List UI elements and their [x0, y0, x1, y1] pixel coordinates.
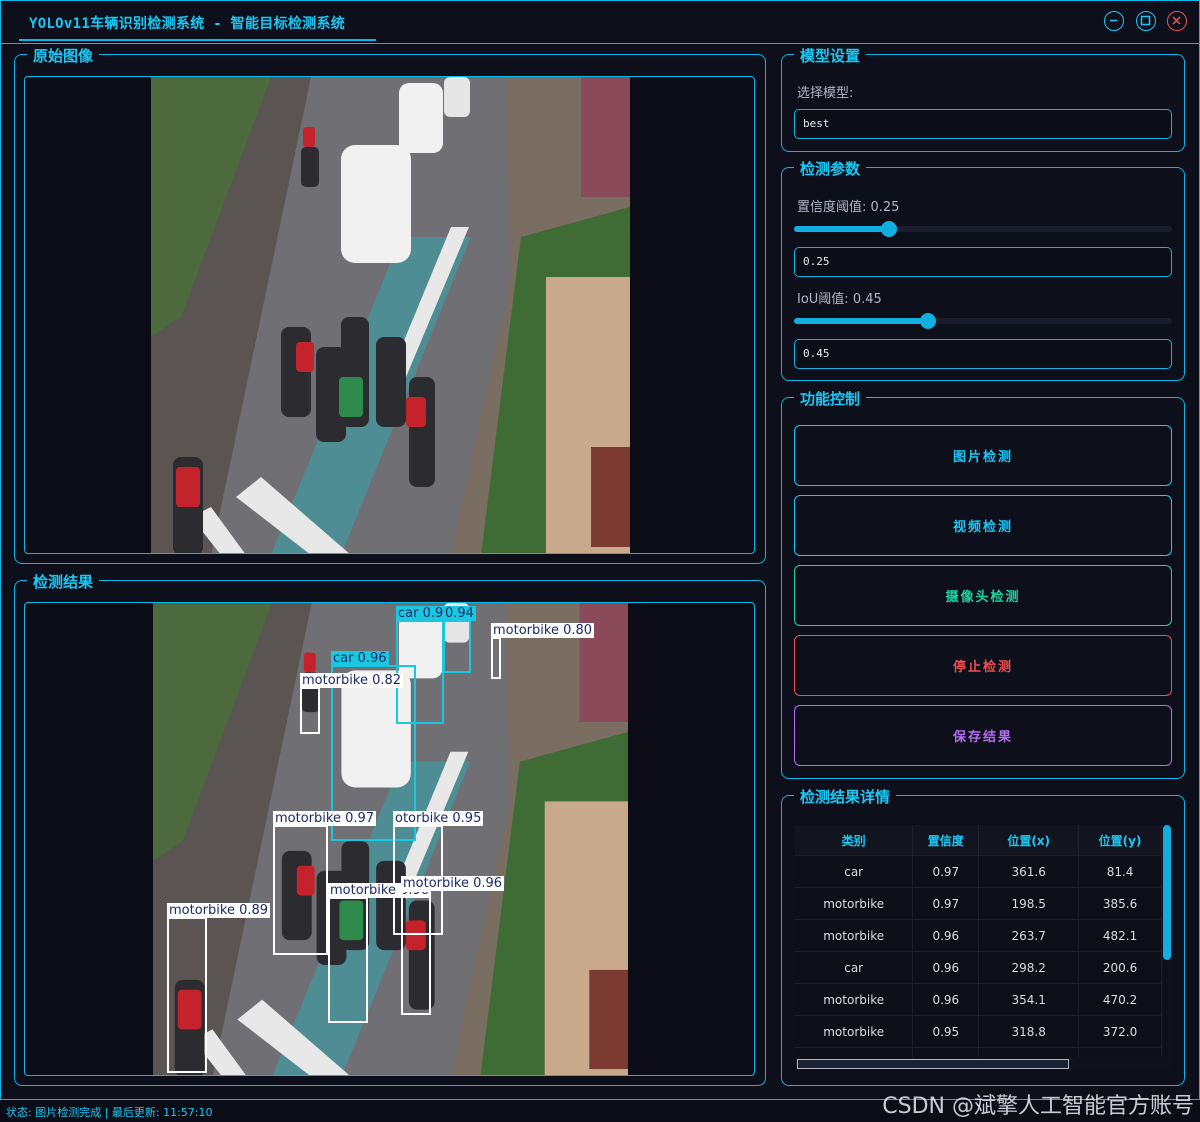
table-horizontal-scrollbar[interactable] — [795, 1058, 1162, 1070]
original-image-title: 原始图像 — [27, 45, 100, 66]
confidence-slider-handle[interactable] — [880, 221, 897, 237]
result-image: car 0.97 0.94 motorbike 0.80 car 0.96 mo… — [153, 603, 628, 1075]
minimize-button[interactable] — [1104, 11, 1124, 31]
function-controls-title: 功能控制 — [794, 388, 867, 409]
cell-position-y: 482.1 — [1078, 919, 1162, 952]
detection-box: motorbike 0.96 — [328, 883, 432, 1023]
table-row[interactable]: motorbike 0.95 318.8 372.0 — [795, 1015, 1162, 1048]
cell-position-x: 198.5 — [978, 887, 1080, 920]
cell-position-x: 361.6 — [978, 855, 1080, 888]
iou-slider-handle[interactable] — [919, 313, 936, 329]
stop-detect-button[interactable]: 停止检测 — [794, 635, 1172, 696]
confidence-threshold-label: 置信度阈值: 0.25 — [797, 200, 900, 215]
horizontal-scroll-thumb[interactable] — [797, 1059, 1069, 1069]
cell-class: motorbike — [795, 1015, 914, 1048]
save-result-button[interactable]: 保存结果 — [794, 705, 1172, 766]
model-select[interactable]: best — [794, 109, 1172, 139]
detection-box: motorbike 0.82 — [300, 673, 404, 734]
cell-position-x: 298.2 — [978, 951, 1080, 984]
table-row[interactable]: motorbike 0.96 263.7 482.1 — [795, 919, 1162, 952]
cell-class: car — [795, 855, 914, 888]
detection-box: motorbike 0.96 — [401, 876, 505, 1015]
header-position-x[interactable]: 位置(x) — [978, 825, 1080, 856]
table-row[interactable]: car 0.97 361.6 81.4 — [795, 855, 1162, 888]
watermark: CSDN @斌擎人工智能官方账号 — [882, 1094, 1194, 1119]
camera-detect-button[interactable]: 摄像头检测 — [794, 565, 1172, 626]
cell-position-y: 47.2 — [1078, 1047, 1162, 1057]
details-table: 类别 置信度 位置(x) 位置(y) car 0.97 361.6 81.4 m… — [795, 825, 1162, 1057]
table-row[interactable]: car 0.94 407.9 47.2 — [795, 1047, 1162, 1057]
cell-position-y: 470.2 — [1078, 983, 1162, 1016]
status-bar: 状态: 图片检测完成 | 最后更新: 11:57:10 — [6, 1106, 213, 1119]
cell-class: motorbike — [795, 919, 914, 952]
cell-confidence: 0.94 — [912, 1047, 980, 1057]
cell-confidence: 0.96 — [912, 951, 980, 984]
detection-box: motorbike 0.80 — [491, 623, 595, 679]
header-class[interactable]: 类别 — [795, 825, 914, 856]
table-row[interactable]: motorbike 0.97 198.5 385.6 — [795, 887, 1162, 920]
cell-confidence: 0.95 — [912, 1015, 980, 1048]
minimize-icon — [1110, 19, 1117, 22]
cell-position-x: 354.1 — [978, 983, 1080, 1016]
select-model-label: 选择模型: — [797, 86, 854, 101]
cell-confidence: 0.97 — [912, 855, 980, 888]
cell-confidence: 0.96 — [912, 983, 980, 1016]
cell-position-y: 81.4 — [1078, 855, 1162, 888]
title-bar: YOLOv11车辆识别检测系统 - 智能目标检测系统 — [1, 1, 1199, 44]
confidence-slider[interactable] — [794, 221, 1172, 237]
detection-box: motorbike 0.97 — [273, 811, 377, 955]
original-image — [151, 77, 630, 553]
maximize-button[interactable] — [1136, 11, 1156, 31]
cell-class: car — [795, 1047, 914, 1057]
table-row[interactable]: motorbike 0.96 354.1 470.2 — [795, 983, 1162, 1016]
cell-confidence: 0.96 — [912, 919, 980, 952]
title-underline — [19, 39, 376, 41]
detection-result-title: 检测结果 — [27, 571, 100, 592]
header-confidence[interactable]: 置信度 — [912, 825, 980, 856]
iou-slider-fill — [794, 318, 928, 324]
detection-details-title: 检测结果详情 — [794, 786, 897, 807]
details-table-container: 类别 置信度 位置(x) 位置(y) car 0.97 361.6 81.4 m… — [795, 825, 1162, 1057]
iou-threshold-label: IoU阈值: 0.45 — [797, 292, 882, 307]
detection-box: motorbike 0.89 — [167, 903, 271, 1073]
original-image-frame — [24, 76, 755, 554]
cell-class: motorbike — [795, 983, 914, 1016]
table-row[interactable]: car 0.96 298.2 200.6 — [795, 951, 1162, 984]
cell-confidence: 0.97 — [912, 887, 980, 920]
cell-position-x: 263.7 — [978, 919, 1080, 952]
cell-class: car — [795, 951, 914, 984]
cell-position-y: 200.6 — [1078, 951, 1162, 984]
result-image-frame: car 0.97 0.94 motorbike 0.80 car 0.96 mo… — [24, 602, 755, 1076]
cell-position-y: 385.6 — [1078, 887, 1162, 920]
video-detect-button[interactable]: 视频检测 — [794, 495, 1172, 556]
window-title: YOLOv11车辆识别检测系统 - 智能目标检测系统 — [29, 16, 346, 32]
confidence-input[interactable]: 0.25 — [794, 247, 1172, 277]
confidence-slider-fill — [794, 226, 889, 232]
model-settings-title: 模型设置 — [794, 45, 867, 66]
cell-position-x: 407.9 — [978, 1047, 1080, 1057]
header-position-y[interactable]: 位置(y) — [1078, 825, 1162, 856]
cell-class: motorbike — [795, 887, 914, 920]
close-icon — [1172, 16, 1181, 25]
maximize-icon — [1140, 15, 1151, 26]
close-button[interactable] — [1167, 11, 1187, 31]
table-header-row: 类别 置信度 位置(x) 位置(y) — [795, 825, 1162, 856]
iou-slider[interactable] — [794, 313, 1172, 329]
cell-position-y: 372.0 — [1078, 1015, 1162, 1048]
vertical-scroll-thumb[interactable] — [1163, 825, 1171, 960]
detection-params-title: 检测参数 — [794, 158, 867, 179]
iou-input[interactable]: 0.45 — [794, 339, 1172, 369]
table-vertical-scrollbar[interactable] — [1162, 825, 1172, 1070]
cell-position-x: 318.8 — [978, 1015, 1080, 1048]
image-detect-button[interactable]: 图片检测 — [794, 425, 1172, 486]
detection-box: 0.94 — [443, 606, 476, 673]
